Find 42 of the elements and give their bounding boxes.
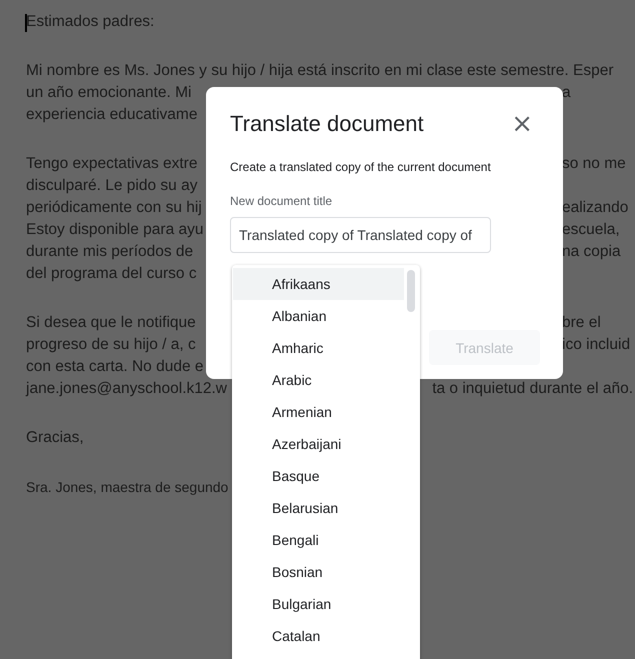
document-text: un año emocionante. Mi (26, 83, 192, 103)
document-text: a (562, 83, 572, 103)
document-text: experiencia educativame (26, 105, 198, 125)
document-text: Estimados padres: (26, 12, 154, 32)
document-text: periódicamente con su hij (26, 198, 202, 218)
document-text: progreso de su hijo / a, c (26, 335, 196, 355)
document-text: Gracias, (26, 428, 84, 448)
language-option[interactable]: Azerbaijani (233, 428, 404, 460)
document-text: Estoy disponible para ayu (26, 220, 204, 240)
document-text: Si desea que le notifique (26, 313, 196, 333)
language-option[interactable]: Afrikaans (233, 268, 404, 300)
dialog-title: Translate document (230, 111, 424, 137)
language-option[interactable]: Basque (233, 460, 404, 492)
language-option[interactable]: Albanian (233, 300, 404, 332)
language-option[interactable]: Bengali (233, 524, 404, 556)
document-text: jane.jones@anyschool.k12.w (26, 379, 227, 399)
document-text: so no me (562, 154, 627, 174)
title-input-field[interactable]: Translated copy of Translated copy of (230, 217, 491, 253)
document-text: na copia (562, 242, 622, 262)
document-text: ealizando (562, 198, 630, 218)
language-option[interactable]: Bosnian (233, 556, 404, 588)
document-text: bre el (562, 313, 602, 333)
document-text: durante mis períodos de (26, 242, 194, 262)
document-text: Tengo expectativas extre (26, 154, 198, 174)
document-text: Mi nombre es Ms. Jones y su hijo / hija está inscrito en mi clase este semestre. Esper (26, 61, 614, 81)
document-text: Sra. Jones, maestra de segundo (26, 478, 228, 497)
text-cursor (25, 14, 27, 32)
document-text: escuela, (562, 220, 621, 240)
language-option[interactable]: Amharic (233, 332, 404, 364)
language-option[interactable]: Belarusian (233, 492, 404, 524)
field-label: New document title (230, 194, 334, 208)
language-option[interactable]: Catalan (233, 620, 404, 652)
document-text: del programa del curso c (26, 264, 197, 284)
language-option[interactable]: Armenian (233, 396, 404, 428)
language-option[interactable]: Arabic (233, 364, 404, 396)
document-text: con esta carta. No dude e (26, 357, 204, 377)
document-text: ta o inquietud durante el año. (432, 379, 633, 399)
dialog-description: Create a translated copy of the current document (230, 160, 492, 174)
scrollbar-thumb[interactable] (407, 270, 415, 312)
language-option[interactable]: Bulgarian (233, 588, 404, 620)
document-text: ico incluid (562, 335, 632, 355)
document-text: disculparé. Le pido su ay (26, 176, 198, 196)
